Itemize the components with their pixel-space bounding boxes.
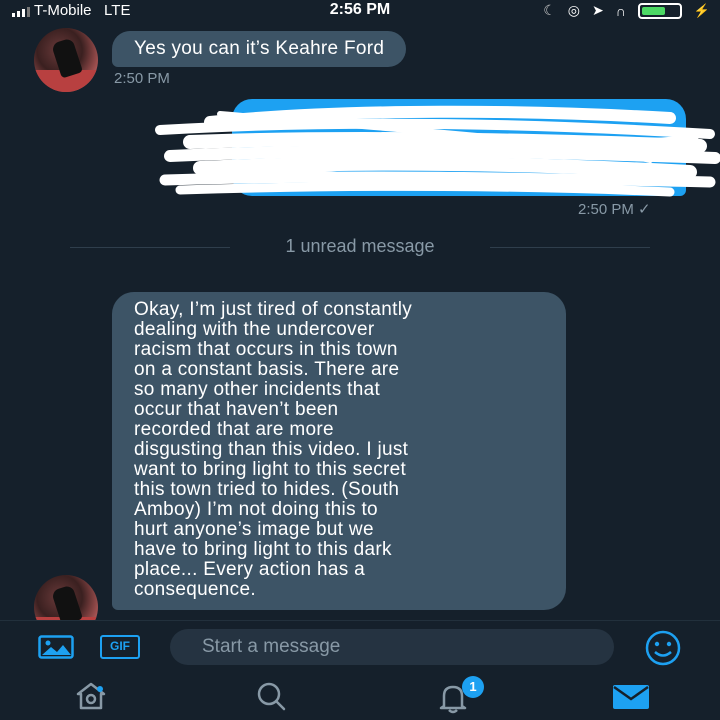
message-input[interactable]: Start a message: [170, 629, 614, 665]
message-timestamp: 2:50 PM: [114, 70, 170, 87]
tab-bar: [0, 672, 720, 720]
headphones-icon: ∩: [615, 2, 626, 19]
incoming-message-bubble[interactable]: Okay, I’m just tired of constantly deali…: [112, 292, 566, 610]
location-icon: ➤: [592, 2, 604, 18]
home-icon[interactable]: [74, 680, 108, 712]
emoji-icon[interactable]: [644, 629, 682, 667]
status-bar: T-Mobile LTE 2:56 PM ☾ ◎ ➤ ∩ ⚡: [0, 0, 720, 22]
battery-icon: [637, 2, 682, 19]
status-icons: ☾ ◎ ➤ ∩ ⚡: [543, 2, 710, 19]
moon-icon: ☾: [543, 2, 556, 18]
message-text: Yes you can it’s Keahre Ford: [134, 38, 385, 59]
search-icon[interactable]: [254, 680, 288, 712]
divider-right: [490, 247, 650, 248]
gif-label: GIF: [110, 639, 130, 653]
image-icon[interactable]: [38, 635, 74, 659]
avatar[interactable]: [34, 28, 98, 92]
redaction-scribble: [155, 105, 720, 197]
message-timestamp: 2:50 PM ✓: [578, 201, 651, 218]
incoming-message-bubble[interactable]: Yes you can it’s Keahre Ford: [112, 31, 407, 67]
charging-icon: ⚡: [693, 2, 710, 18]
message-text: Okay, I’m just tired of constantly deali…: [134, 299, 413, 600]
gif-icon[interactable]: GIF: [100, 635, 140, 659]
message-composer: GIF Start a message: [0, 620, 720, 672]
orientation-lock-icon: ◎: [567, 2, 581, 18]
notifications-badge: 1: [462, 676, 484, 698]
message-input-placeholder: Start a message: [202, 636, 341, 657]
mail-icon[interactable]: [612, 684, 650, 710]
